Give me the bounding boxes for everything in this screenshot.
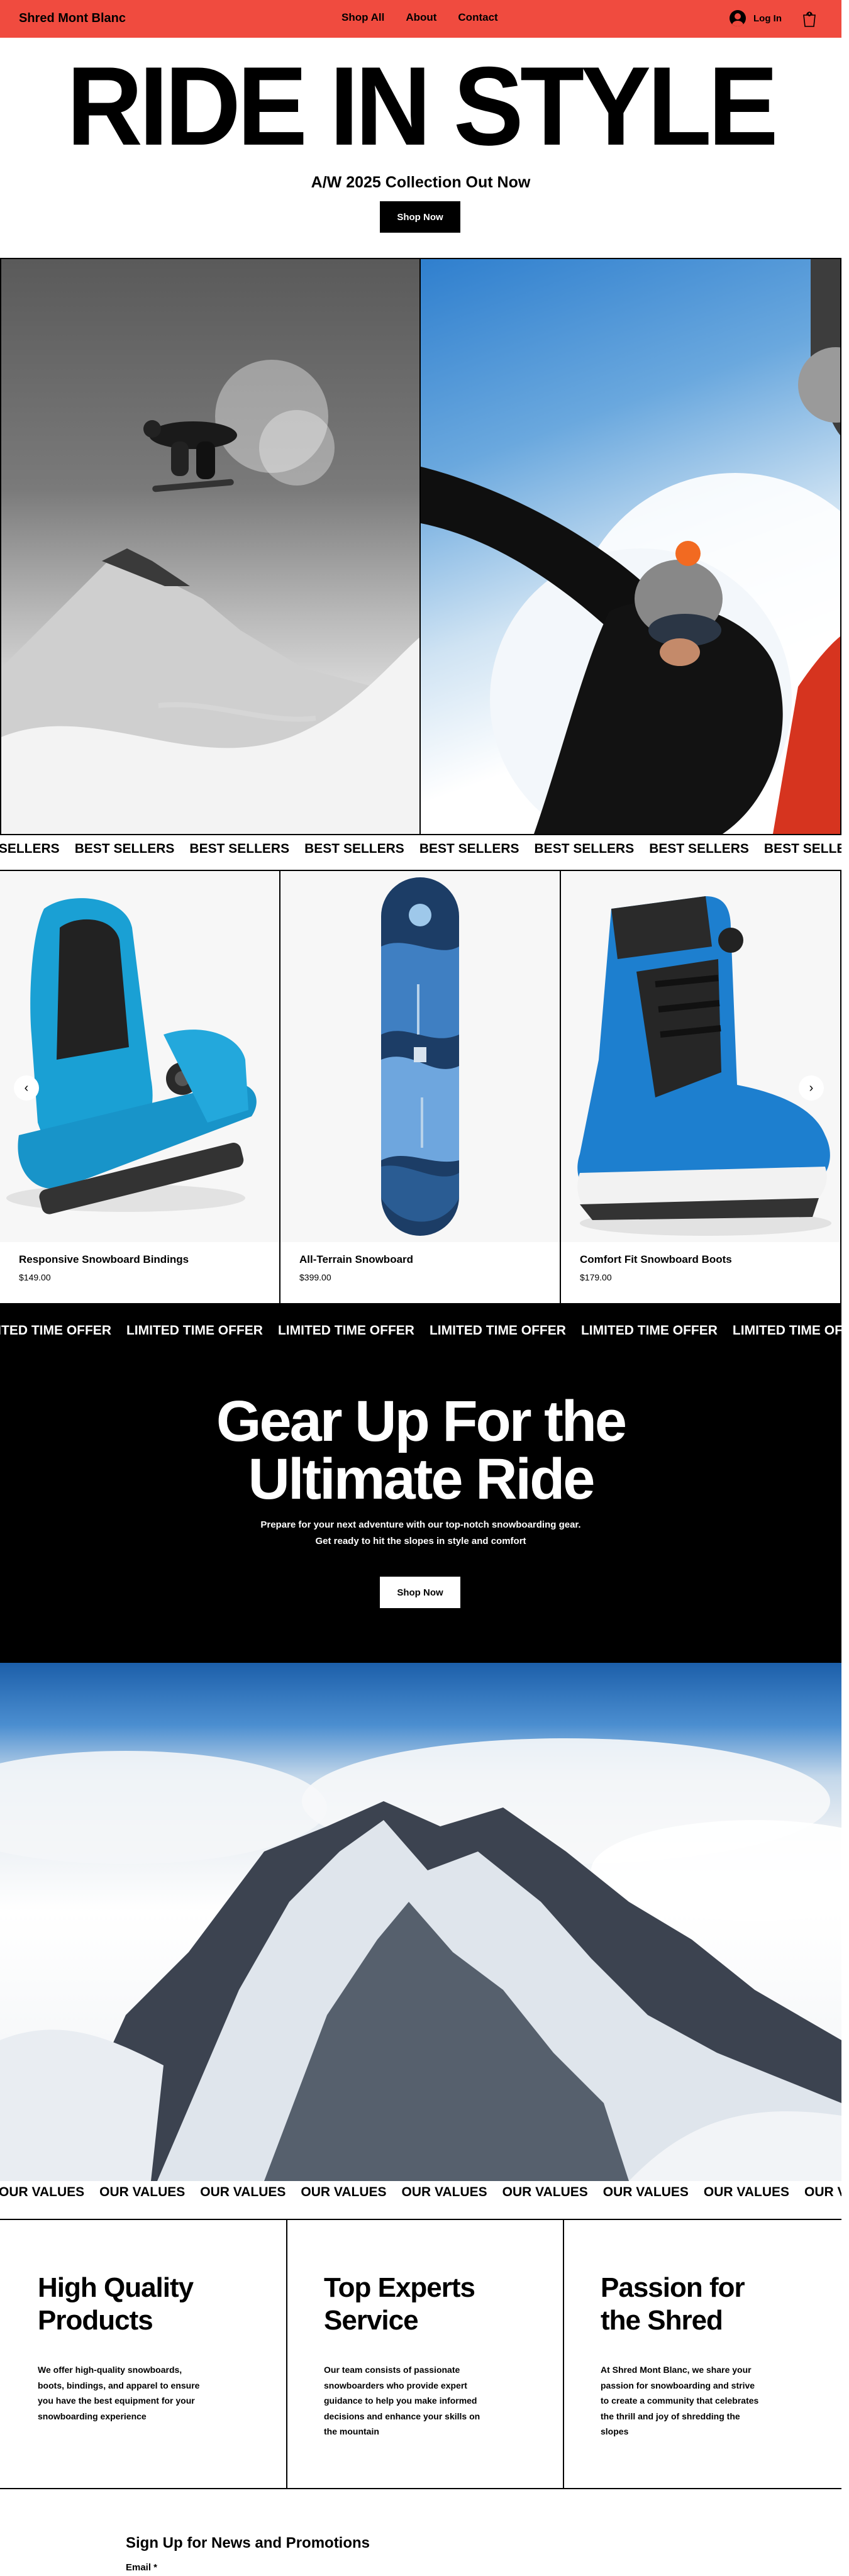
- user-avatar-icon: [730, 10, 746, 26]
- hero-subtitle: A/W 2025 Collection Out Now: [311, 174, 531, 191]
- promo-shop-now-button[interactable]: Shop Now: [380, 1577, 460, 1608]
- product-card[interactable]: All-Terrain Snowboard $399.00: [280, 871, 561, 1303]
- nav-shop-all[interactable]: Shop All: [341, 11, 384, 24]
- ticker-item: LIMITED TIME OFFER: [429, 1323, 566, 1338]
- nav-about[interactable]: About: [406, 11, 436, 24]
- ticker-item: LIMITED TIME OFFER: [126, 1323, 263, 1338]
- value-card: Passion for the Shred At Shred Mont Blan…: [564, 2220, 841, 2488]
- product-gallery: Responsive Snowboard Bindings $149.00 Al…: [0, 870, 841, 1304]
- ticker-item: OUR VALUES: [200, 2185, 286, 2199]
- value-card: High Quality Products We offer high-qual…: [0, 2220, 287, 2488]
- ticker-item: OUR VALUES: [99, 2185, 186, 2199]
- main-nav: Shop All About Contact: [341, 11, 498, 24]
- hero-title: RIDE IN STYLE: [67, 43, 779, 169]
- ticker-item: LIMITED TIME OFFER: [0, 1323, 111, 1338]
- promo-section: LIMITED TIME OFFER LIMITED TIME OFFER LIMI…: [0, 1304, 841, 1663]
- brand-logo[interactable]: Shred Mont Blanc: [19, 11, 126, 26]
- ticker-item: BEST SELLERS: [534, 841, 635, 856]
- product-image-snowboard: [280, 871, 560, 1242]
- promo-title-line2: Ultimate Ride: [248, 1447, 596, 1511]
- ticker-item: OUR VALUES: [401, 2185, 487, 2199]
- email-field-label: Email *: [126, 2562, 158, 2573]
- value-title-line2: Service: [324, 2304, 419, 2336]
- cart-button[interactable]: 0: [799, 8, 820, 29]
- product-image-bindings: [0, 871, 279, 1242]
- offer-ticker: LIMITED TIME OFFER LIMITED TIME OFFER LIMI…: [0, 1323, 841, 1342]
- value-title: Passion for the Shred: [601, 2272, 745, 2337]
- promo-title: Gear Up For the Ultimate Ride: [0, 1392, 841, 1508]
- value-title: High Quality Products: [38, 2272, 194, 2337]
- value-text: We offer high-quality snowboards, boots,…: [38, 2365, 200, 2421]
- chevron-right-icon: ›: [809, 1080, 814, 1095]
- ticker-item: BEST SELLERS: [763, 841, 841, 856]
- product-card[interactable]: Responsive Snowboard Bindings $149.00: [0, 871, 280, 1303]
- product-price: $399.00: [299, 1272, 331, 1282]
- ticker-item: LIMITED TIME OFFER: [580, 1323, 718, 1338]
- value-title-line1: Passion for: [601, 2272, 745, 2303]
- ticker-item: OUR VALUES: [703, 2185, 789, 2199]
- best-sellers-ticker: BEST SELLERS BEST SELLERS BEST SELLERS BEST…: [0, 841, 841, 867]
- login-button[interactable]: Log In: [730, 10, 782, 26]
- promo-title-line1: Gear Up For the: [216, 1389, 627, 1453]
- value-title-line2: the Shred: [601, 2304, 723, 2336]
- product-name[interactable]: Responsive Snowboard Bindings: [19, 1253, 189, 1266]
- promo-text-line2: Get ready to hit the slopes in style and…: [315, 1536, 526, 1547]
- ticker-item: OUR VALUES: [804, 2185, 841, 2199]
- ticker-item: LIMITED TIME OFFER: [277, 1323, 414, 1338]
- value-text: At Shred Mont Blanc, we share your passi…: [601, 2365, 759, 2436]
- ticker-item: BEST SELLERS: [0, 841, 60, 856]
- carousel-next-button[interactable]: ›: [799, 1075, 824, 1101]
- promo-text-line1: Prepare for your next adventure with our…: [260, 1519, 581, 1530]
- promo-description: Prepare for your next adventure with our…: [0, 1517, 841, 1550]
- carousel-prev-button[interactable]: ‹: [14, 1075, 39, 1101]
- cart-count: 0: [807, 11, 812, 18]
- login-label: Log In: [753, 13, 782, 24]
- chevron-left-icon: ‹: [24, 1080, 29, 1095]
- ticker-item: BEST SELLERS: [419, 841, 519, 856]
- hero-photo-grid: [0, 258, 841, 835]
- ticker-item: BEST SELLERS: [74, 841, 175, 856]
- ticker-item: LIMITED TIME OFFER: [732, 1323, 841, 1338]
- value-title-line1: High Quality: [38, 2272, 194, 2303]
- ticker-item: OUR VALUES: [301, 2185, 387, 2199]
- product-image-boots: [561, 871, 840, 1242]
- ticker-item: BEST SELLERS: [189, 841, 290, 856]
- values-ticker: OUR VALUES OUR VALUES OUR VALUES OUR VALUES…: [0, 2185, 841, 2210]
- ticker-item: BEST SELLERS: [649, 841, 749, 856]
- ticker-item: OUR VALUES: [502, 2185, 588, 2199]
- values-section: High Quality Products We offer high-qual…: [0, 2219, 841, 2489]
- ticker-item: OUR VALUES: [602, 2185, 689, 2199]
- product-name[interactable]: All-Terrain Snowboard: [299, 1253, 413, 1266]
- ticker-item: OUR VALUES: [0, 2185, 85, 2199]
- site-header: Shred Mont Blanc Shop All About Contact …: [0, 0, 841, 38]
- hero-shop-now-button[interactable]: Shop Now: [380, 201, 460, 233]
- product-price: $179.00: [580, 1272, 612, 1282]
- value-card: Top Experts Service Our team consists of…: [287, 2220, 564, 2488]
- product-price: $149.00: [19, 1272, 51, 1282]
- mountain-photo: [0, 1663, 841, 2181]
- product-name[interactable]: Comfort Fit Snowboard Boots: [580, 1253, 732, 1266]
- value-title: Top Experts Service: [324, 2272, 475, 2337]
- nav-contact[interactable]: Contact: [458, 11, 497, 24]
- value-title-line1: Top Experts: [324, 2272, 475, 2303]
- snowboarder-jump-photo: [0, 259, 421, 834]
- ticker-item: BEST SELLERS: [304, 841, 404, 856]
- snowboarder-closeup-photo: [421, 259, 841, 834]
- value-title-line2: Products: [38, 2304, 153, 2336]
- value-text: Our team consists of passionate snowboar…: [324, 2365, 480, 2436]
- signup-title: Sign Up for News and Promotions: [126, 2534, 370, 2551]
